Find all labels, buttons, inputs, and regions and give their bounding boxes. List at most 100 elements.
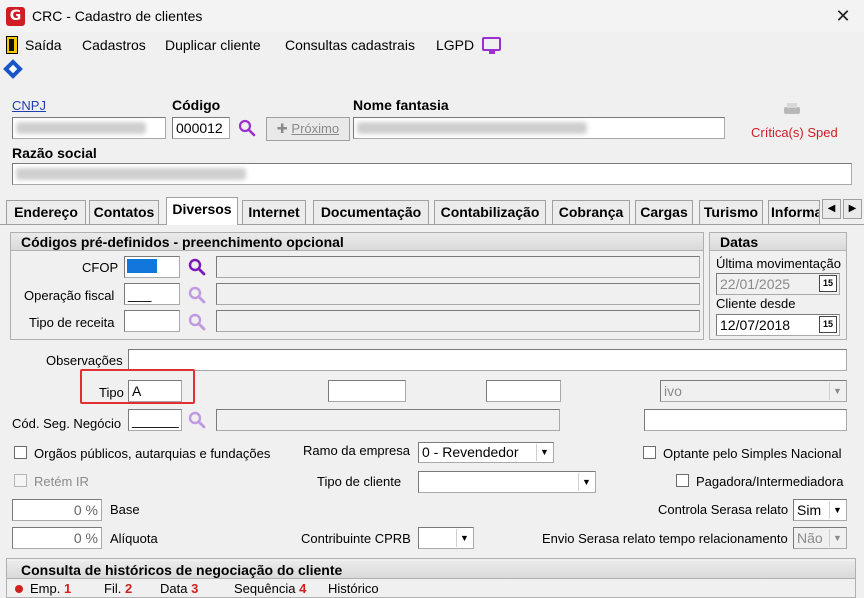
aliquota-field[interactable]: 0 % xyxy=(12,527,102,549)
monitor-icon[interactable] xyxy=(482,37,501,54)
ramo-empresa-select[interactable]: 0 - Revendedor ▼ xyxy=(418,442,554,463)
extra-field-2[interactable] xyxy=(486,380,561,402)
cod-seg-negocio-label: Cód. Seg. Negócio xyxy=(12,416,122,431)
chevron-down-icon: ▼ xyxy=(578,473,594,491)
aliquota-label: Alíquota xyxy=(110,531,158,546)
operacao-fiscal-field[interactable]: ___ xyxy=(124,283,180,305)
nome-fantasia-label: Nome fantasia xyxy=(353,97,449,113)
operacao-fiscal-label: Operação fiscal xyxy=(24,288,115,303)
cod-seg-extra-field[interactable] xyxy=(644,409,847,431)
column-sequencia[interactable]: Sequência 4 xyxy=(234,581,306,596)
close-icon[interactable]: ✕ xyxy=(832,5,854,27)
column-data[interactable]: Data 3 xyxy=(160,581,198,596)
ultima-movimentacao-value: 22/01/2025 xyxy=(720,276,791,292)
cod-seg-negocio-field[interactable]: ______ xyxy=(128,409,182,431)
envio-serasa-select[interactable]: Não ▼ xyxy=(793,527,847,549)
historico-group-title: Consulta de históricos de negociação do … xyxy=(7,561,855,579)
orgaos-publicos-checkbox[interactable] xyxy=(14,446,27,459)
search-icon[interactable] xyxy=(238,119,256,137)
status-select[interactable]: ivo ▼ xyxy=(660,380,847,402)
cfop-label: CFOP xyxy=(82,260,119,275)
menu-consultas-cadastrais[interactable]: Consultas cadastrais xyxy=(285,37,415,53)
cfop-description xyxy=(216,256,700,278)
datas-group-title: Datas xyxy=(710,233,846,251)
tipo-cliente-select[interactable]: ▼ xyxy=(418,471,596,493)
base-label: Base xyxy=(110,502,140,517)
menu-saida[interactable]: Saída xyxy=(25,37,62,53)
tipo-cliente-label: Tipo de cliente xyxy=(317,474,402,489)
ramo-empresa-value: 0 - Revendedor xyxy=(422,444,519,460)
contribuinte-cprb-select[interactable]: ▼ xyxy=(418,527,474,549)
diamond-icon[interactable] xyxy=(3,59,23,79)
sort-mark-1: 1 xyxy=(63,581,72,596)
tab-scroll-right-icon[interactable]: ▶ xyxy=(843,199,862,219)
extra-field-1[interactable] xyxy=(328,380,406,402)
column-historico[interactable]: Histórico xyxy=(328,581,379,596)
redacted-razao-social xyxy=(16,168,246,180)
column-fil[interactable]: Fil. 2 xyxy=(104,581,132,596)
tab-cargas[interactable]: Cargas xyxy=(635,200,693,224)
column-emp[interactable]: Emp. 1 xyxy=(30,581,71,596)
orgaos-publicos-label: Orgãos públicos, autarquias e fundações xyxy=(34,446,271,461)
tab-internet[interactable]: Internet xyxy=(242,200,306,224)
calendar-icon-2[interactable]: 15 xyxy=(819,316,837,333)
chevron-down-icon: ▼ xyxy=(456,529,472,547)
tab-scroll-left-icon[interactable]: ◀ xyxy=(822,199,841,219)
criticas-sped-link[interactable]: Crítica(s) Sped xyxy=(751,125,838,140)
menu-cadastros[interactable]: Cadastros xyxy=(82,37,146,53)
cfop-selection xyxy=(127,259,157,273)
tab-documentacao[interactable]: Documentação xyxy=(313,200,429,224)
menu-duplicar-cliente[interactable]: Duplicar cliente xyxy=(165,37,261,53)
tabs-divider xyxy=(0,224,864,225)
operacao-search-icon[interactable] xyxy=(188,286,206,304)
retem-ir-checkbox[interactable] xyxy=(14,474,27,487)
envio-serasa-label: Envio Serasa relato tempo relacionamento xyxy=(542,531,788,546)
ramo-empresa-label: Ramo da empresa xyxy=(303,443,410,458)
controla-serasa-value: Sim xyxy=(797,502,822,518)
cfop-field[interactable] xyxy=(124,256,180,278)
tab-contabilizacao[interactable]: Contabilização xyxy=(434,200,546,224)
cfop-search-icon[interactable] xyxy=(188,258,206,276)
tab-contatos[interactable]: Contatos xyxy=(89,200,159,224)
cod-seg-search-icon[interactable] xyxy=(188,411,206,429)
sort-mark-4: 4 xyxy=(299,581,307,596)
tab-turismo[interactable]: Turismo xyxy=(699,200,763,224)
optante-simples-label: Optante pelo Simples Nacional xyxy=(663,446,842,461)
optante-simples-checkbox[interactable] xyxy=(643,446,656,459)
calendar-icon[interactable]: 15 xyxy=(819,275,837,292)
pagadora-checkbox[interactable] xyxy=(676,474,689,487)
codigo-field[interactable]: 000012 xyxy=(172,117,230,139)
proximo-button[interactable]: ✚ Próximo xyxy=(266,117,350,141)
base-field[interactable]: 0 % xyxy=(12,499,102,521)
chevron-down-icon: ▼ xyxy=(536,444,552,461)
tab-cobranca[interactable]: Cobrança xyxy=(552,200,630,224)
tab-informa[interactable]: Informa xyxy=(768,200,820,224)
sort-mark-3: 3 xyxy=(191,581,199,596)
pagadora-label: Pagadora/Intermediadora xyxy=(696,474,844,489)
operacao-description xyxy=(216,283,700,305)
cliente-desde-label: Cliente desde xyxy=(716,296,796,311)
cnpj-field[interactable] xyxy=(12,117,166,139)
tab-endereco[interactable]: Endereço xyxy=(6,200,86,224)
tipo-receita-search-icon[interactable] xyxy=(188,313,206,331)
controla-serasa-select[interactable]: Sim ▼ xyxy=(793,499,847,521)
exit-icon[interactable] xyxy=(6,36,18,54)
tipo-receita-field[interactable] xyxy=(124,310,180,332)
tipo-field[interactable]: A xyxy=(128,380,182,402)
razao-social-field[interactable] xyxy=(12,163,852,185)
column-fil-label: Fil. xyxy=(104,581,122,596)
observacoes-field[interactable] xyxy=(128,349,847,371)
cnpj-label[interactable]: CNPJ xyxy=(12,98,46,113)
tipo-label: Tipo xyxy=(99,385,124,400)
chevron-down-icon: ▼ xyxy=(829,529,845,547)
column-sequencia-label: Sequência xyxy=(234,581,296,596)
redacted-cnpj xyxy=(16,122,146,134)
observacoes-label: Observações xyxy=(46,353,123,368)
nome-fantasia-field[interactable] xyxy=(353,117,725,139)
column-data-label: Data xyxy=(160,581,188,596)
window-title: CRC - Cadastro de clientes xyxy=(32,8,203,24)
menu-lgpd[interactable]: LGPD xyxy=(436,37,474,53)
retem-ir-label: Retém IR xyxy=(34,474,89,489)
tab-diversos[interactable]: Diversos xyxy=(166,197,238,225)
printer-icon[interactable] xyxy=(782,101,802,117)
